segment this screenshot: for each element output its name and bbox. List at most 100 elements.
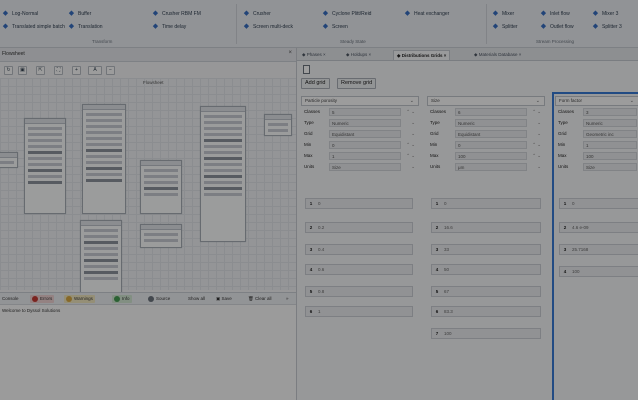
add-grid-button[interactable]: Add grid [301, 78, 330, 89]
zoom-fit-icon[interactable]: A [88, 66, 102, 75]
remove-grid-button[interactable]: Remove grid [337, 78, 377, 89]
tab-materials-database[interactable]: ◆ Materials Database × [471, 50, 524, 60]
grid-value-row[interactable]: 5 67 [431, 286, 541, 297]
chevron-down-icon[interactable]: ⌄ [411, 118, 415, 128]
grid-dimension-select[interactable]: Particle porosity ⌄ [301, 96, 419, 106]
screen-icon: ◆ [243, 23, 250, 31]
prop-row: Units μm ⌄ [430, 162, 541, 172]
inlet-icon: ◆ [540, 10, 547, 18]
grid-value-row[interactable]: 61 [305, 306, 413, 317]
ribbon-item-lognormal[interactable]: ◆ Log-Normal [2, 10, 38, 19]
info-filter-button[interactable]: Info [112, 295, 132, 303]
spinner-icon[interactable]: ⌃ ⌄ [406, 151, 415, 161]
ribbon-item-translation[interactable]: ◆ Translation [68, 23, 103, 32]
save-image-icon[interactable]: ▣ [18, 66, 27, 75]
grid-value-row[interactable]: 3 33 [431, 244, 541, 255]
max-input[interactable]: 1 [329, 152, 401, 160]
grid-value-row[interactable]: 7 100 [431, 328, 541, 339]
info-icon [114, 295, 120, 302]
grid-value-row[interactable]: 10 [431, 198, 541, 209]
flowsheet-node[interactable] [140, 224, 182, 248]
chevron-down-icon[interactable]: ⌄ [411, 162, 415, 172]
console-panel: Console Errors Warnings Info Source Show… [0, 292, 296, 400]
flowsheet-node[interactable] [200, 106, 246, 242]
type-select[interactable]: Numeric [455, 119, 527, 127]
flowsheet-node[interactable] [0, 152, 18, 168]
errors-filter-button[interactable]: Errors [30, 295, 55, 303]
save-log-button[interactable]: ▣ Save [214, 295, 234, 303]
ribbon-item-screen-multideck[interactable]: ◆ Screen multi-deck [243, 23, 293, 32]
grid-value-row[interactable]: 3 0.4 [305, 244, 413, 255]
close-icon[interactable]: × [288, 50, 292, 56]
grid-column: Particle porosity ⌄ Classes 5 ⌃ ⌄ Type Numer… [301, 96, 419, 172]
max-input[interactable]: 100 [455, 152, 527, 160]
fit-icon[interactable]: ⛶ [54, 66, 63, 75]
type-select[interactable]: Numeric [329, 119, 401, 127]
ribbon-item-inlet-flow[interactable]: ◆ Inlet flow [540, 10, 570, 19]
min-input[interactable]: 0 [329, 141, 401, 149]
ribbon-item-time-delay[interactable]: ◆ Time delay [152, 23, 186, 32]
spinner-icon[interactable]: ⌃ ⌄ [532, 107, 541, 117]
grid-select[interactable]: Equidistant [329, 130, 401, 138]
grid-value-row[interactable]: 6 83.3 [431, 306, 541, 317]
chevron-down-icon[interactable]: ⌄ [537, 129, 541, 139]
ribbon-item-mixer3[interactable]: ◆ Mixer 3 [592, 10, 619, 19]
classes-input[interactable]: 5 [329, 108, 401, 116]
zoom-in-icon[interactable]: + [72, 66, 81, 75]
ribbon-item-cyclone[interactable]: ◆ Cyclone Plitt/Reid [322, 10, 372, 19]
flowsheet-node[interactable] [264, 114, 292, 136]
chevron-down-icon[interactable]: ⌄ [411, 129, 415, 139]
chevron-down-icon[interactable]: ⌄ [537, 162, 541, 172]
ribbon-item-buffer[interactable]: ◆ Buffer [68, 10, 91, 19]
ribbon-item-crusher-rbm[interactable]: ◆ Crusher RBM FM [152, 10, 201, 19]
grid-value-row[interactable]: 4 50 [431, 264, 541, 275]
grid-value-row[interactable]: 10 [305, 198, 413, 209]
source-icon [148, 295, 154, 302]
crusher-icon: ◆ [152, 10, 159, 18]
flowsheet-node[interactable] [140, 160, 182, 214]
console-title: Console [2, 296, 19, 301]
tab-phases[interactable]: ◆ Phases × [299, 50, 329, 60]
chevron-down-icon[interactable]: ⌄ [537, 118, 541, 128]
min-input[interactable]: 0 [455, 141, 527, 149]
zoom-out-icon[interactable]: − [106, 66, 115, 75]
source-filter-button[interactable]: Source [146, 295, 172, 303]
tab-distributions-grids[interactable]: ◆ Distributions Grids × [393, 50, 451, 60]
spinner-icon[interactable]: ⌃ ⌄ [532, 140, 541, 150]
grid-value-row[interactable]: 2 16.6 [431, 222, 541, 233]
grid-value-row[interactable]: 2 0.2 [305, 222, 413, 233]
prop-row: Min 0 ⌃ ⌄ [430, 140, 541, 150]
warnings-filter-button[interactable]: Warnings [64, 295, 95, 303]
show-all-button[interactable]: Show all [186, 295, 207, 303]
grid-value-row[interactable]: 4 0.6 [305, 264, 413, 275]
flowsheet-tab[interactable]: Flowsheet [2, 51, 25, 57]
grid-column: Size ⌄ Classes 6 ⌃ ⌄ Type Numeric ⌄ Grid Equid… [427, 96, 545, 172]
clear-all-button[interactable]: 🗑 Clear all [246, 295, 273, 303]
screen: ◆ Log-Normal ◆ Translated simple batch ◆ Bu… [0, 0, 638, 400]
spinner-icon[interactable]: ⌃ ⌄ [406, 140, 415, 150]
ribbon-item-crusher[interactable]: ◆ Crusher [243, 10, 271, 19]
ribbon-item-translated[interactable]: ◆ Translated simple batch [2, 23, 65, 32]
ribbon-item-screen[interactable]: ◆ Screen [322, 23, 348, 32]
flowsheet-canvas[interactable]: Flowsheet [0, 78, 296, 312]
tab-holdups[interactable]: ◆ Holdups × [343, 50, 374, 60]
spinner-icon[interactable]: ⌃ ⌄ [532, 151, 541, 161]
ribbon-item-splitter3[interactable]: ◆ Splitter 3 [592, 23, 622, 32]
ribbon-item-mixer[interactable]: ◆ Mixer [492, 10, 514, 19]
grid-value-row[interactable]: 5 0.8 [305, 286, 413, 297]
ribbon-item-heat-exchanger[interactable]: ◆ Heat exchanger [404, 10, 450, 19]
units-select[interactable]: Size [329, 163, 401, 171]
grid-dimension-select[interactable]: Size ⌄ [427, 96, 545, 106]
grid-select[interactable]: Equidistant [455, 130, 527, 138]
spinner-icon[interactable]: ⌃ ⌄ [406, 107, 415, 117]
units-select[interactable]: μm [455, 163, 527, 171]
classes-input[interactable]: 6 [455, 108, 527, 116]
more-icon[interactable]: » [284, 295, 291, 303]
ribbon-item-splitter[interactable]: ◆ Splitter [492, 23, 518, 32]
refresh-icon[interactable]: ↻ [4, 66, 13, 75]
flowsheet-node[interactable] [24, 118, 66, 214]
export-icon[interactable]: ⇱ [36, 66, 45, 75]
ribbon-separator [486, 4, 487, 44]
flowsheet-node[interactable] [82, 104, 126, 214]
ribbon-item-outlet-flow[interactable]: ◆ Outlet flow [540, 23, 574, 32]
